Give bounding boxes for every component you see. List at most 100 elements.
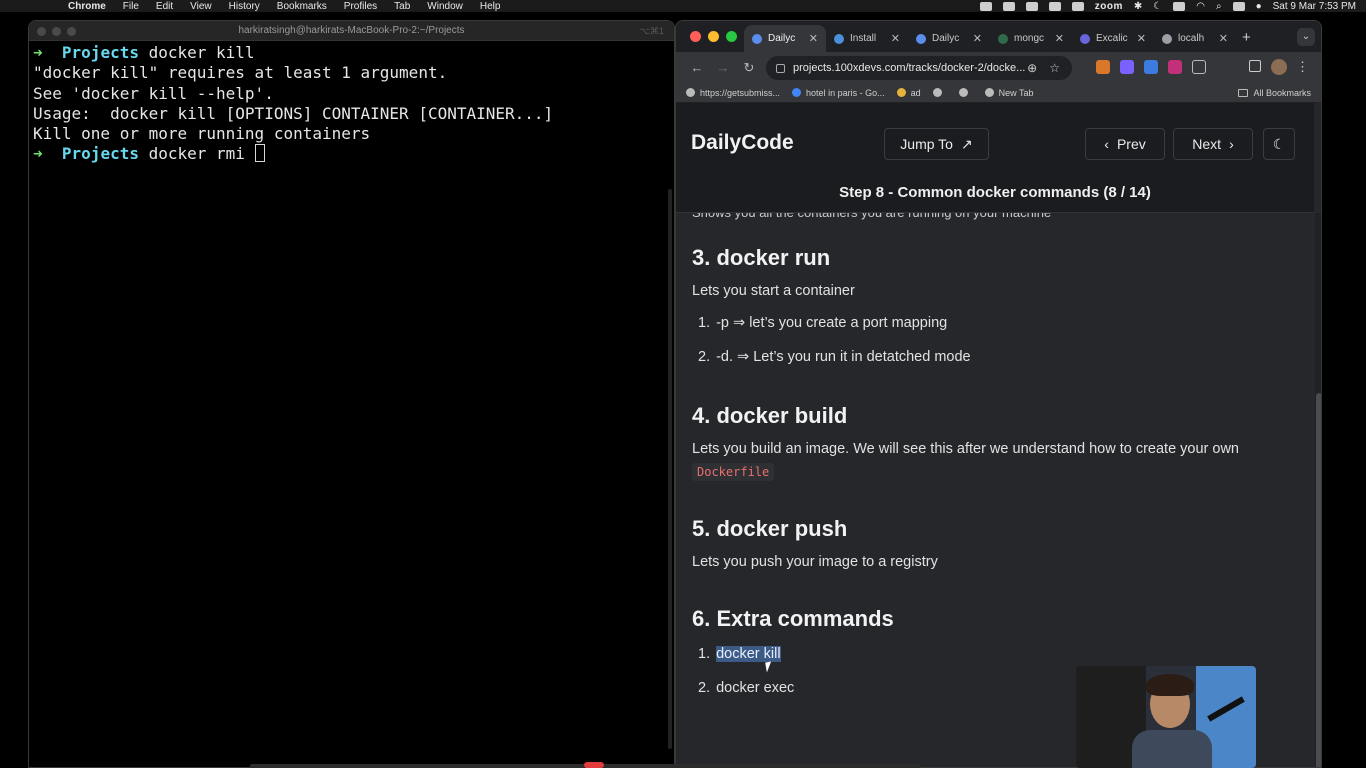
side-panel-icon[interactable] — [1249, 60, 1261, 72]
bookmarks-bar: https://getsubmiss... hotel in paris - G… — [676, 83, 1321, 103]
section-heading-extra-commands: 6. Extra commands — [692, 606, 894, 631]
menu-profiles[interactable]: Profiles — [344, 1, 377, 12]
jump-to-label: Jump To — [900, 136, 953, 152]
tab-strip: Dailyc ✕ Install ✕ Dailyc ✕ mongc ✕ Exca… — [676, 21, 1321, 52]
terminal-cursor — [254, 144, 265, 163]
terminal-output[interactable]: ➜ Projects docker kill "docker kill" requ… — [29, 41, 674, 167]
tab-excalidraw[interactable]: Excalic ✕ — [1072, 25, 1154, 52]
terminal-zoom-button[interactable] — [67, 27, 76, 36]
webcam-person-body — [1132, 730, 1212, 768]
status-mail-icon[interactable] — [1048, 1, 1061, 11]
terminal-line: See 'docker kill --help'. — [33, 83, 274, 103]
all-bookmarks-button[interactable]: All Bookmarks — [1238, 88, 1311, 98]
bookmark-favicon-icon — [686, 88, 695, 97]
chrome-close-button[interactable] — [690, 31, 701, 42]
new-tab-button[interactable]: + — [1242, 29, 1251, 46]
menu-history[interactable]: History — [229, 1, 260, 12]
menu-tab[interactable]: Tab — [394, 1, 410, 12]
tab-favicon-icon — [834, 33, 844, 44]
status-clipboard-icon[interactable] — [1071, 1, 1084, 11]
bookmark-item[interactable]: New Tab — [984, 88, 1033, 98]
inline-code-dockerfile: Dockerfile — [692, 463, 775, 481]
tab-close-icon[interactable]: ✕ — [809, 32, 818, 45]
chrome-minimize-button[interactable] — [708, 31, 719, 42]
page-scrollbar[interactable] — [1315, 213, 1321, 767]
tab-close-icon[interactable]: ✕ — [1219, 32, 1228, 45]
bookmark-item[interactable]: https://getsubmiss... — [686, 88, 780, 98]
battery-icon[interactable] — [1173, 1, 1186, 11]
tab-mongo[interactable]: mongc ✕ — [990, 25, 1072, 52]
bookmark-label: hotel in paris - Go... — [806, 87, 885, 98]
extensions-puzzle-icon[interactable] — [1192, 60, 1206, 74]
step-title: Step 8 - Common docker commands (8 / 14) — [839, 183, 1151, 201]
chevron-right-icon: › — [1229, 136, 1234, 152]
terminal-titlebar[interactable]: harkiratsingh@harkirats-MacBook-Pro-2:~/… — [29, 21, 674, 41]
terminal-close-button[interactable] — [37, 27, 46, 36]
tab-dailycode[interactable]: Dailyc ✕ — [908, 25, 990, 52]
zoom-magnifier-icon[interactable]: ⊕ — [1027, 61, 1037, 75]
command-text: docker kill — [138, 43, 255, 62]
terminal-minimize-button[interactable] — [52, 27, 61, 36]
bookmark-item[interactable]: ad — [896, 88, 921, 98]
profile-avatar[interactable] — [1271, 59, 1287, 75]
site-info-icon[interactable] — [776, 63, 785, 73]
metamask-extension-icon[interactable] — [1096, 60, 1110, 74]
selected-list-text[interactable]: docker kill — [716, 646, 781, 662]
extensions-row — [1096, 60, 1206, 74]
status-sync-icon[interactable] — [1002, 1, 1015, 11]
site-logo[interactable]: DailyCode — [691, 131, 794, 155]
webcam-overlay — [1076, 666, 1256, 768]
status-grid-icon[interactable] — [1025, 1, 1038, 11]
dark-mode-icon[interactable]: ☾ — [1153, 1, 1162, 12]
theme-toggle-button[interactable]: ☾ — [1263, 128, 1295, 160]
phantom-extension-icon[interactable] — [1120, 60, 1134, 74]
next-button[interactable]: Next › — [1173, 128, 1253, 160]
chrome-menu-icon[interactable]: ⋮ — [1296, 59, 1309, 75]
menu-bookmarks[interactable]: Bookmarks — [277, 1, 327, 12]
wifi-icon[interactable]: ◠ — [1196, 1, 1205, 12]
tab-search-chevron-icon[interactable]: ⌄ — [1297, 28, 1315, 46]
chrome-zoom-button[interactable] — [726, 31, 737, 42]
menubar-datetime[interactable]: Sat 9 Mar 7:53 PM — [1273, 1, 1356, 12]
bookmark-item[interactable] — [932, 88, 947, 97]
status-extension-icon[interactable] — [979, 1, 992, 11]
forward-arrow-icon[interactable]: → — [710, 60, 736, 75]
menu-window[interactable]: Window — [427, 1, 463, 12]
address-bar[interactable]: projects.100xdevs.com/tracks/docker-2/do… — [766, 56, 1072, 80]
prev-button[interactable]: ‹ Prev — [1085, 128, 1165, 160]
bookmark-star-icon[interactable]: ☆ — [1049, 61, 1060, 75]
tab-install[interactable]: Install ✕ — [826, 25, 908, 52]
tabs: Dailyc ✕ Install ✕ Dailyc ✕ mongc ✕ Exca… — [744, 25, 1236, 52]
menu-help[interactable]: Help — [480, 1, 501, 12]
jump-to-button[interactable]: Jump To ↗ — [884, 128, 989, 160]
tab-localhost[interactable]: localh ✕ — [1154, 25, 1236, 52]
address-url[interactable]: projects.100xdevs.com/tracks/docker-2/do… — [793, 62, 1027, 74]
tab-close-icon[interactable]: ✕ — [1137, 32, 1146, 45]
menu-file[interactable]: File — [123, 1, 139, 12]
extension-v-icon[interactable] — [1144, 60, 1158, 74]
menu-edit[interactable]: Edit — [156, 1, 173, 12]
extension-mc-icon[interactable] — [1168, 60, 1182, 74]
spotlight-search-icon[interactable]: ⌕ — [1216, 1, 1222, 12]
reload-icon[interactable]: ↻ — [736, 60, 762, 76]
bookmark-item[interactable]: hotel in paris - Go... — [792, 88, 885, 98]
menu-view[interactable]: View — [190, 1, 212, 12]
section-desc-docker-push: Lets you push your image to a registry — [692, 554, 938, 570]
bookmark-label: https://getsubmiss... — [700, 87, 781, 98]
bookmark-item[interactable] — [958, 88, 973, 97]
tab-close-icon[interactable]: ✕ — [973, 32, 982, 45]
bluetooth-icon[interactable]: ✱ — [1134, 1, 1142, 12]
zoom-status[interactable]: zoom — [1095, 1, 1123, 12]
siri-icon[interactable]: ● — [1256, 1, 1262, 12]
back-arrow-icon[interactable]: ← — [684, 60, 710, 75]
tab-close-icon[interactable]: ✕ — [891, 32, 900, 45]
tab-close-icon[interactable]: ✕ — [1055, 32, 1064, 45]
tab-dailycode-active[interactable]: Dailyc ✕ — [744, 25, 826, 52]
control-center-icon[interactable] — [1232, 1, 1245, 11]
terminal-scrollbar[interactable] — [668, 189, 672, 749]
menu-app-name[interactable]: Chrome — [68, 1, 106, 12]
globe-favicon-icon — [958, 88, 968, 97]
terminal-line: "docker kill" requires at least 1 argume… — [33, 63, 448, 83]
page-scrollbar-thumb[interactable] — [1316, 393, 1321, 767]
list-text: -d. ⇒ Let’s you run it in detatched mode — [716, 349, 971, 365]
